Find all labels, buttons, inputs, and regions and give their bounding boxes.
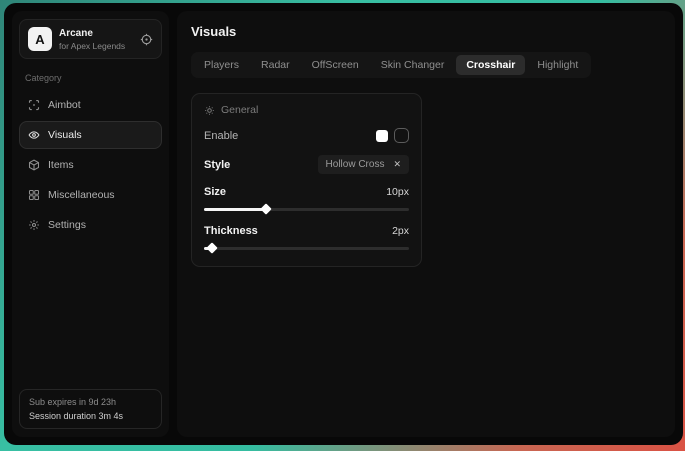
thickness-row: Thickness 2px — [204, 225, 409, 237]
profile-text: Arcane for Apex Legends — [59, 28, 133, 51]
tab-highlight[interactable]: Highlight — [527, 55, 588, 75]
sidebar-item-label: Miscellaneous — [48, 189, 115, 201]
size-slider-fill — [204, 208, 266, 211]
app-window: A Arcane for Apex Legends Category — [4, 3, 683, 445]
sidebar-item-visuals[interactable]: Visuals — [19, 121, 162, 149]
sidebar-item-miscellaneous[interactable]: Miscellaneous — [19, 181, 162, 209]
sidebar-item-label: Items — [48, 159, 74, 171]
grid-icon — [28, 189, 40, 201]
sidebar-item-items[interactable]: Items — [19, 151, 162, 179]
size-label: Size — [204, 186, 226, 198]
category-label: Category — [25, 73, 162, 83]
panel-header-label: General — [221, 104, 258, 116]
general-panel: General Enable Style Hollow Cross ✕ Size… — [191, 93, 422, 267]
sidebar-nav: Aimbot Visuals Items — [19, 91, 162, 239]
enable-label: Enable — [204, 130, 238, 142]
close-icon[interactable]: ✕ — [393, 159, 401, 170]
style-select[interactable]: Hollow Cross ✕ — [318, 155, 409, 174]
style-row: Style Hollow Cross ✕ — [204, 155, 409, 174]
eye-icon — [28, 129, 40, 141]
style-label: Style — [204, 159, 230, 171]
size-row: Size 10px — [204, 186, 409, 198]
panel-header: General — [204, 104, 409, 116]
enable-controls — [376, 128, 409, 143]
visuals-tabbar: Players Radar OffScreen Skin Changer Cro… — [191, 52, 591, 78]
thickness-slider[interactable] — [204, 245, 409, 252]
tab-offscreen[interactable]: OffScreen — [302, 55, 369, 75]
main-content: Visuals Players Radar OffScreen Skin Cha… — [177, 11, 675, 437]
sidebar: A Arcane for Apex Legends Category — [12, 11, 169, 437]
sidebar-item-label: Settings — [48, 219, 86, 231]
gear-icon — [28, 219, 40, 231]
enable-row: Enable — [204, 128, 409, 143]
sidebar-item-label: Aimbot — [48, 99, 81, 111]
general-icon — [204, 105, 215, 116]
app-name: Arcane — [59, 28, 133, 39]
thickness-value: 2px — [392, 225, 409, 237]
tab-radar[interactable]: Radar — [251, 55, 300, 75]
crosshair-target-icon — [28, 99, 40, 111]
size-slider[interactable] — [204, 206, 409, 213]
thickness-slider-thumb[interactable] — [207, 242, 218, 253]
target-icon[interactable] — [140, 33, 153, 46]
sidebar-item-label: Visuals — [48, 129, 82, 141]
sidebar-item-aimbot[interactable]: Aimbot — [19, 91, 162, 119]
tab-skin-changer[interactable]: Skin Changer — [371, 55, 455, 75]
subscription-info-card: Sub expires in 9d 23h Session duration 3… — [19, 389, 162, 429]
size-value: 10px — [386, 186, 409, 198]
cube-icon — [28, 159, 40, 171]
thickness-label: Thickness — [204, 225, 258, 237]
session-duration-text: Session duration 3m 4s — [29, 411, 152, 421]
size-slider-thumb[interactable] — [260, 203, 271, 214]
enable-checkbox[interactable] — [394, 128, 409, 143]
color-swatch[interactable] — [376, 130, 388, 142]
app-subtitle: for Apex Legends — [59, 41, 133, 51]
tab-players[interactable]: Players — [194, 55, 249, 75]
profile-card[interactable]: A Arcane for Apex Legends — [19, 19, 162, 59]
app-logo: A — [28, 27, 52, 51]
thickness-slider-track — [204, 247, 409, 250]
style-selected-value: Hollow Cross — [326, 159, 385, 170]
sub-expires-text: Sub expires in 9d 23h — [29, 397, 152, 407]
tab-crosshair[interactable]: Crosshair — [456, 55, 525, 75]
page-title: Visuals — [191, 24, 661, 39]
sidebar-item-settings[interactable]: Settings — [19, 211, 162, 239]
